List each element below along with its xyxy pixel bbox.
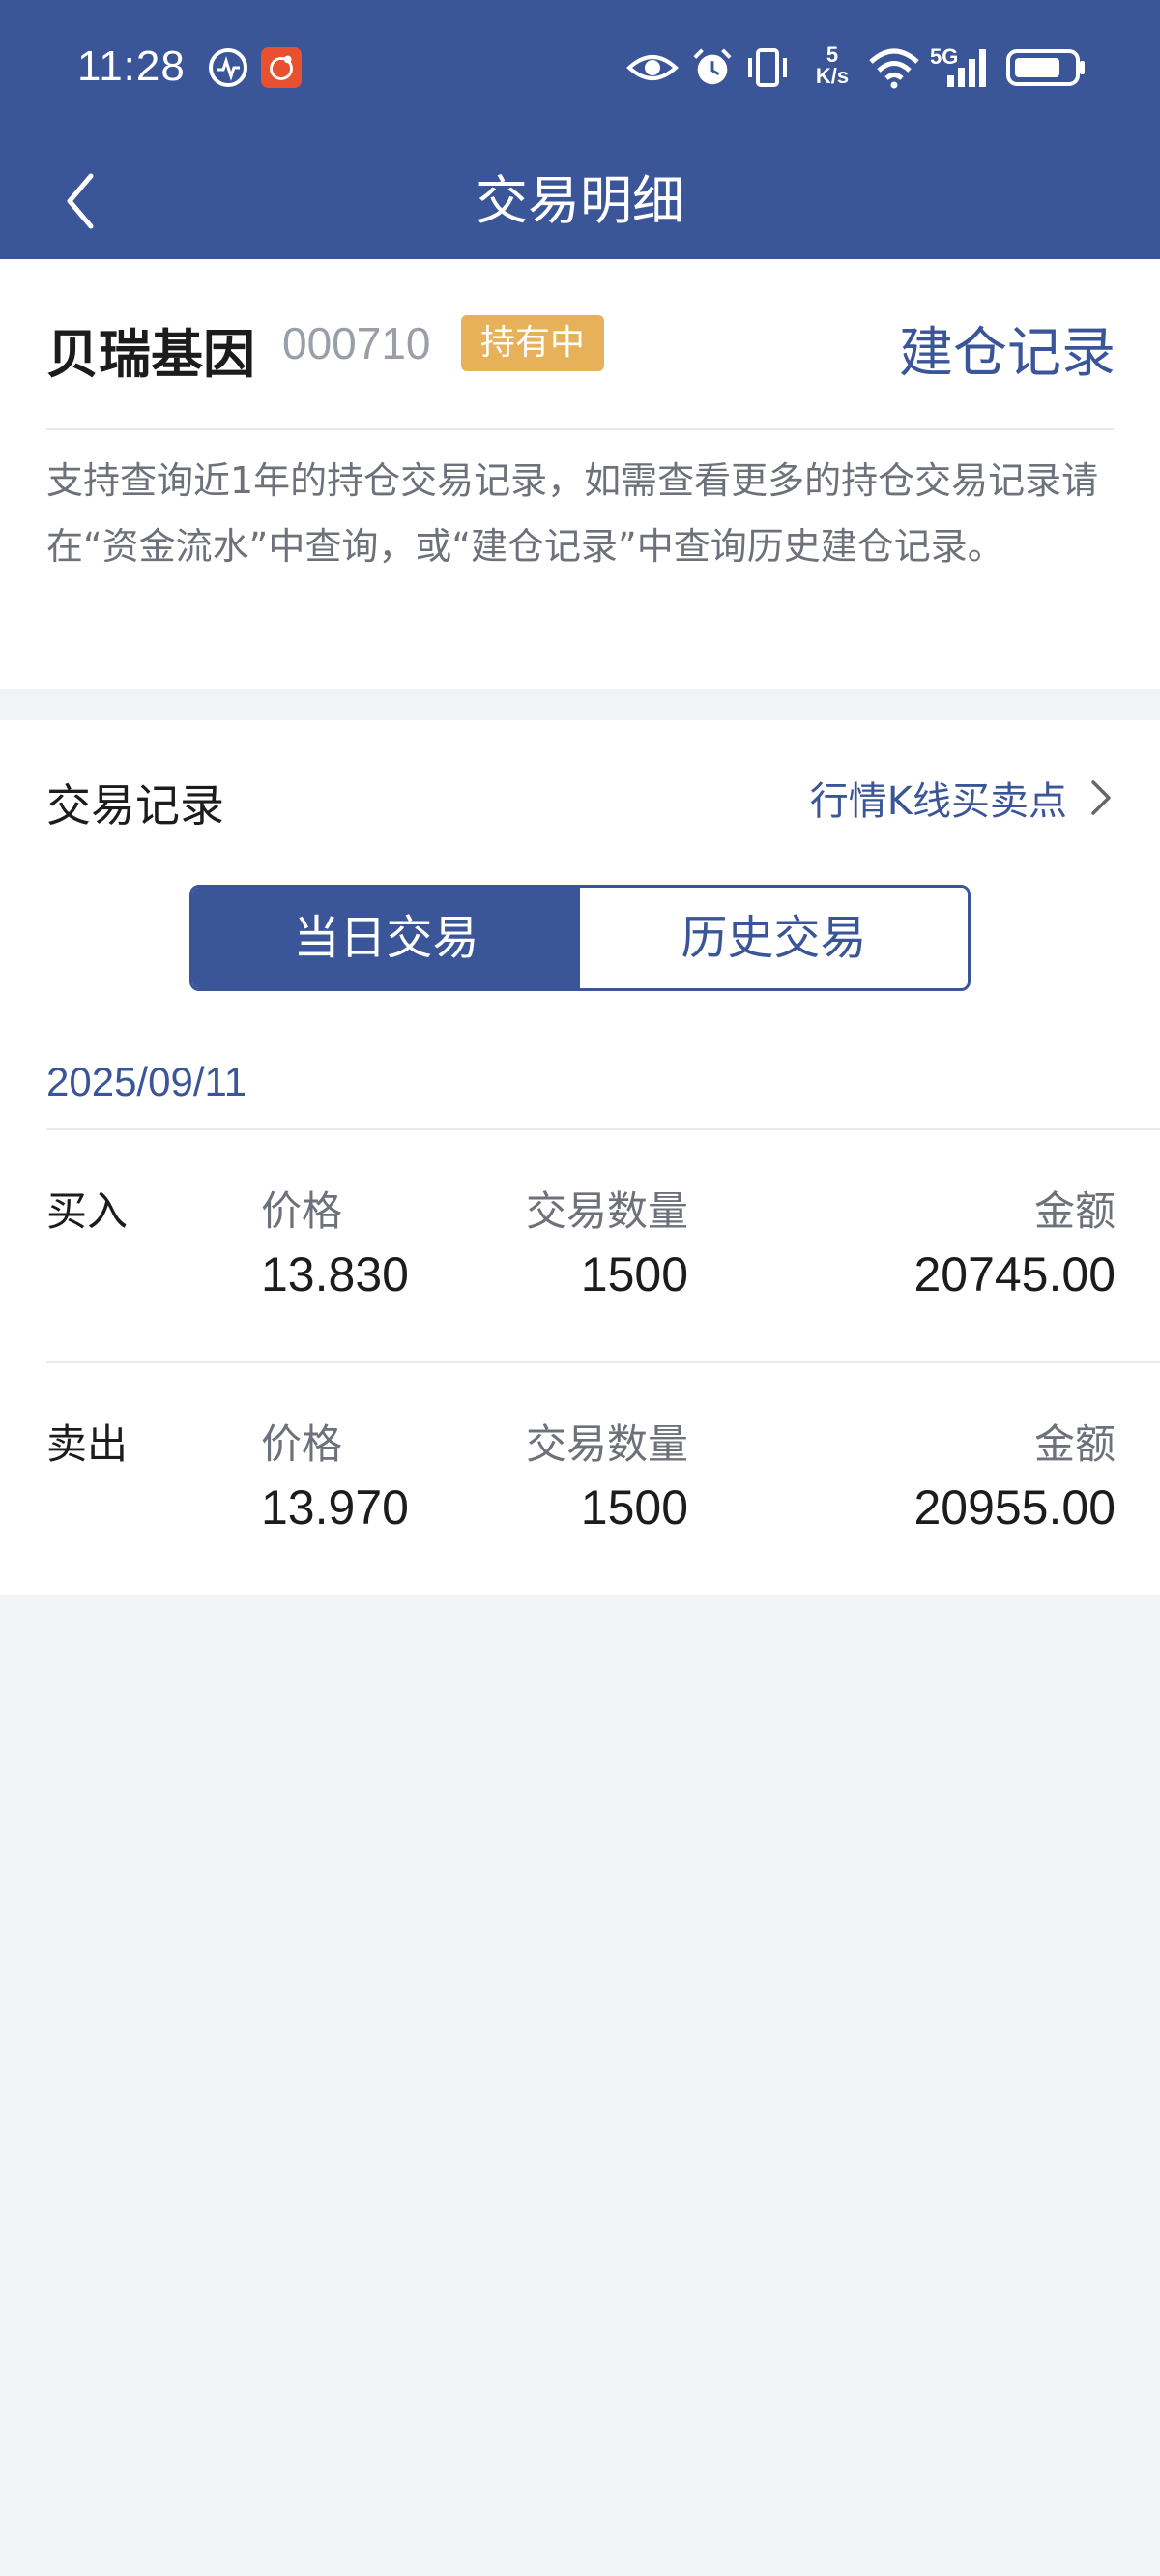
net-speed-value: 5 bbox=[826, 43, 839, 67]
trade-row: 卖出 价格 交易数量 金额 13.970 1500 20955.00 bbox=[0, 1363, 1160, 1595]
nav-bar: 交易明细 bbox=[0, 143, 1160, 259]
tab-today-trades[interactable]: 当日交易 bbox=[192, 888, 580, 988]
app-notification-icon bbox=[260, 46, 303, 89]
trade-side: 买入 bbox=[46, 1187, 129, 1235]
wifi-icon bbox=[869, 48, 919, 89]
divider bbox=[46, 428, 1114, 430]
amount-value: 20745.00 bbox=[914, 1247, 1116, 1302]
status-badge: 持有中 bbox=[461, 315, 604, 371]
notice-text: 支持查询近1年的持仓交易记录，如需查看更多的持仓交易记录请在“资金流水”中查询，… bbox=[46, 459, 1099, 568]
activity-icon bbox=[209, 48, 247, 87]
status-time: 11:28 bbox=[77, 43, 186, 90]
battery-icon bbox=[1006, 49, 1085, 86]
trade-records-card: 交易记录 行情K线买卖点 当日交易 历史交易 2025/09/11 买入 价格 … bbox=[0, 720, 1160, 1595]
chevron-right-icon bbox=[1091, 780, 1111, 815]
price-value: 13.830 bbox=[261, 1247, 409, 1302]
app-header: 11:28 5 K/s 5G 交易明细 bbox=[0, 0, 1160, 259]
price-label: 价格 bbox=[261, 1420, 343, 1468]
price-label: 价格 bbox=[261, 1187, 343, 1235]
vibrate-icon bbox=[748, 48, 787, 87]
signal-icon bbox=[947, 49, 986, 87]
build-record-link[interactable]: 建仓记录 bbox=[899, 309, 1116, 388]
trade-row: 买入 价格 交易数量 金额 13.830 1500 20745.00 bbox=[0, 1130, 1160, 1362]
net-speed-unit: K/s bbox=[815, 64, 850, 88]
net-speed: 5 K/s bbox=[810, 44, 855, 87]
quantity-label: 交易数量 bbox=[525, 1187, 688, 1235]
alarm-icon bbox=[693, 48, 732, 85]
quantity-label: 交易数量 bbox=[525, 1420, 688, 1468]
trade-date: 2025/09/11 bbox=[46, 1059, 247, 1104]
tab-history-trades[interactable]: 历史交易 bbox=[580, 888, 968, 988]
amount-label: 金额 bbox=[1033, 1420, 1116, 1468]
section-title: 交易记录 bbox=[46, 779, 224, 832]
quantity-value: 1500 bbox=[580, 1247, 688, 1302]
price-value: 13.970 bbox=[261, 1480, 409, 1535]
stock-code: 000710 bbox=[282, 318, 431, 368]
stock-name: 贝瑞基因 bbox=[46, 324, 255, 385]
trade-side: 卖出 bbox=[46, 1420, 129, 1468]
kline-buy-sell-link[interactable]: 行情K线买卖点 bbox=[810, 771, 1114, 825]
kline-link-label: 行情K线买卖点 bbox=[809, 779, 1067, 824]
amount-label: 金额 bbox=[1033, 1187, 1116, 1235]
amount-value: 20955.00 bbox=[914, 1480, 1116, 1535]
quantity-value: 1500 bbox=[580, 1480, 688, 1535]
stock-info-card: 贝瑞基因 000710 持有中 建仓记录 支持查询近1年的持仓交易记录，如需查看… bbox=[0, 259, 1160, 689]
trade-tabs: 当日交易 历史交易 bbox=[189, 885, 971, 991]
status-bar: 11:28 5 K/s 5G bbox=[0, 0, 1160, 143]
page-title: 交易明细 bbox=[476, 170, 684, 231]
eye-icon bbox=[626, 55, 679, 80]
